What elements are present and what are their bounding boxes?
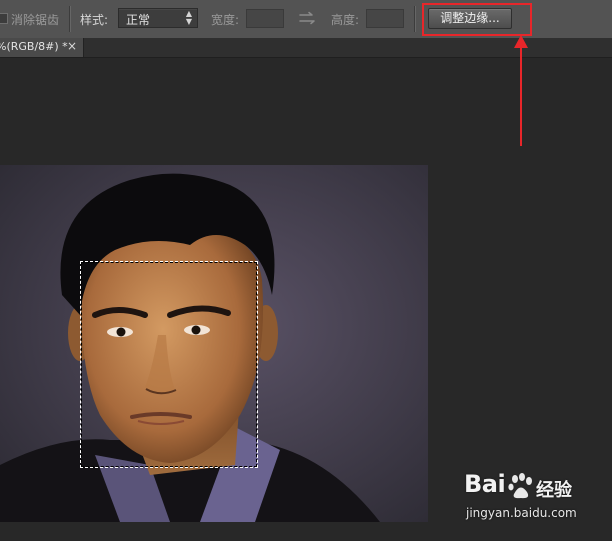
height-label: 高度:	[331, 13, 360, 27]
toolbar-divider	[414, 6, 416, 32]
anti-alias-checkbox[interactable]	[0, 13, 8, 24]
width-field[interactable]	[246, 9, 284, 28]
width-label: 宽度:	[211, 13, 240, 27]
height-field[interactable]	[366, 9, 404, 28]
watermark-brand-suffix: 经验	[536, 480, 572, 501]
toolbar-divider	[69, 6, 71, 32]
document-tab-title: %(RGB/8#) *	[0, 40, 68, 53]
select-arrows-icon: ▲ ▼	[185, 9, 192, 26]
annotation-arrow	[514, 35, 528, 146]
style-label: 样式:	[80, 13, 109, 27]
swap-icon[interactable]	[298, 11, 316, 25]
baidu-jingyan-watermark: Bai 经验 jingyan.baidu.com	[464, 470, 610, 528]
watermark-brand: Bai	[464, 470, 506, 498]
document-tab[interactable]: %(RGB/8#) * ×	[0, 38, 84, 57]
close-icon[interactable]: ×	[67, 39, 77, 53]
portrait-photo[interactable]	[0, 165, 428, 522]
anti-alias-label: 消除锯齿	[11, 13, 60, 27]
watermark-url: jingyan.baidu.com	[466, 506, 577, 520]
style-select[interactable]: 正常 ▲ ▼	[118, 8, 198, 28]
style-select-value: 正常	[126, 13, 151, 27]
portrait-illustration	[0, 165, 428, 522]
refine-edge-button[interactable]: 调整边缘...	[428, 8, 512, 29]
paw-logo-icon	[508, 473, 532, 499]
